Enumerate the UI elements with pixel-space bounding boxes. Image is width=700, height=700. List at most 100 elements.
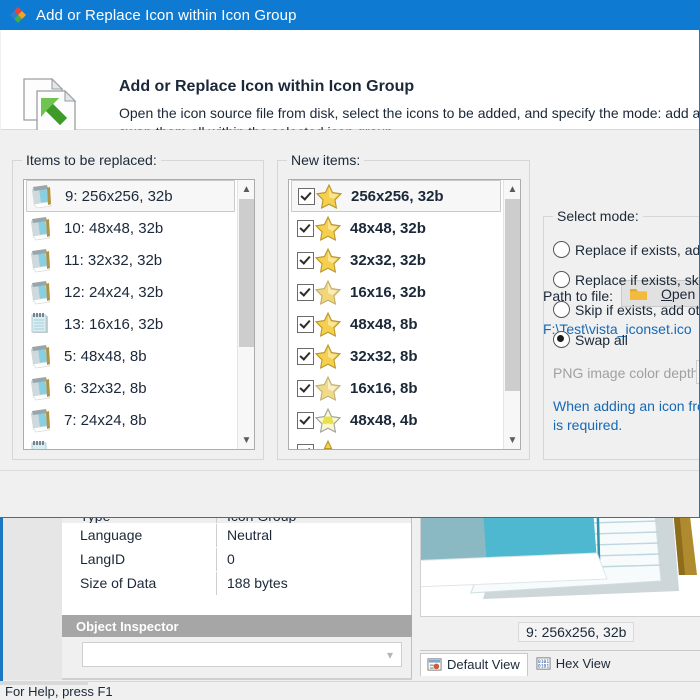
dialog-titlebar[interactable]: Add or Replace Icon within Icon Group — [0, 0, 699, 30]
list-item[interactable]: 12: 24x24, 32b — [24, 276, 237, 308]
list-item[interactable]: 48x48, 32b — [289, 212, 503, 244]
list-item[interactable]: 16x16, 32b — [289, 276, 503, 308]
item-checkbox[interactable] — [297, 219, 314, 237]
item-checkbox[interactable] — [297, 411, 314, 429]
radio-indicator[interactable] — [553, 331, 570, 348]
property-name: LangID — [62, 548, 217, 571]
scrollbar-thumb[interactable] — [239, 199, 254, 347]
radio-label: Skip if exists, add other — [575, 301, 700, 318]
mode-hint-text: When adding an icon from depth is requir… — [553, 398, 699, 433]
notepad-icon — [31, 409, 51, 433]
list-item[interactable]: 9: 256x256, 32b — [26, 180, 235, 212]
item-checkbox[interactable] — [298, 187, 315, 205]
property-name: Size of Data — [62, 572, 217, 595]
list-item[interactable]: 6: 32x32, 8b — [24, 372, 237, 404]
property-row[interactable]: Language Neutral — [62, 524, 411, 548]
app-diamond-icon — [10, 7, 26, 23]
svg-text:0101: 0101 — [538, 664, 549, 670]
list-item-label: 5: 48x48, 8b — [64, 347, 147, 365]
new-items-group-legend: New items: — [287, 152, 365, 168]
chevron-up-icon[interactable]: ▲ — [504, 180, 520, 198]
list-item-label: 6: 32x32, 8b — [64, 379, 147, 397]
copy-document-icon — [23, 77, 77, 133]
star-icon — [314, 407, 342, 433]
list-item[interactable]: 48x48, 4b — [289, 404, 503, 436]
list-item-partial[interactable] — [24, 436, 237, 449]
list-content: 9: 256x256, 32b 10: 48x48, 32b 11: 32x32… — [24, 180, 237, 449]
radio-replace-skip-other[interactable]: Replace if exists, skip o — [553, 271, 699, 288]
default-view-icon — [427, 658, 442, 671]
list-item-label: 16x16, 8b — [350, 379, 418, 397]
list-item[interactable]: 5: 48x48, 8b — [24, 340, 237, 372]
chevron-down-icon[interactable]: ▼ — [504, 431, 520, 449]
list-item[interactable]: 32x32, 8b — [289, 340, 503, 372]
icon-preview — [420, 512, 700, 617]
items-group-legend: Items to be replaced: — [22, 152, 161, 168]
property-value: 0 — [227, 551, 235, 567]
new-items-list[interactable]: 256x256, 32b 48x48, 32b 32x32, 32b 16x16… — [288, 179, 521, 450]
tab-label: Hex View — [555, 656, 611, 671]
property-row[interactable]: LangID 0 — [62, 548, 411, 572]
new-items-group: New items: 256x256, 32b 48x48, 32b 32x32… — [277, 152, 530, 460]
object-inspector-title: Object Inspector — [76, 618, 179, 634]
property-row[interactable]: Size of Data 188 bytes — [62, 572, 411, 596]
radio-skip-add-other[interactable]: Skip if exists, add other — [553, 301, 700, 318]
items-to-be-replaced-list[interactable]: 9: 256x256, 32b 10: 48x48, 32b 11: 32x32… — [23, 179, 255, 450]
list-item-label: 48x48, 8b — [350, 315, 418, 333]
add-or-replace-icon-dialog: Add or Replace Icon within Icon Group Ad… — [0, 0, 700, 518]
star-icon — [314, 375, 342, 401]
object-inspector-combo[interactable]: ▾ — [82, 642, 402, 667]
item-checkbox[interactable] — [297, 347, 314, 365]
star-icon — [315, 183, 343, 209]
list-item[interactable]: 256x256, 32b — [291, 180, 501, 212]
select-mode-group: Select mode: Replace if exists, add o Re… — [543, 208, 700, 460]
item-checkbox[interactable] — [297, 315, 314, 333]
list-item-label: 12: 24x24, 32b — [64, 283, 164, 301]
new-items-list-scrollbar[interactable]: ▲ ▼ — [503, 180, 520, 449]
radio-replace-add-other[interactable]: Replace if exists, add o — [553, 241, 700, 258]
scrollbar-thumb[interactable] — [505, 199, 520, 391]
radio-indicator[interactable] — [553, 241, 570, 258]
preview-caption: 9: 256x256, 32b — [518, 622, 635, 642]
notepad-icon — [31, 345, 51, 369]
list-item[interactable]: 13: 16x16, 32b — [24, 308, 237, 340]
dialog-header: Add or Replace Icon within Icon Group Op… — [1, 30, 699, 140]
item-checkbox[interactable] — [297, 251, 314, 269]
tab-hex-view[interactable]: 0101 0101 Hex View — [529, 653, 618, 675]
property-value: Neutral — [227, 527, 273, 543]
object-inspector-header: Object Inspector — [62, 615, 412, 637]
header-title: Add or Replace Icon within Icon Group — [119, 78, 415, 95]
radio-label: Replace if exists, skip o — [575, 271, 699, 288]
item-checkbox[interactable] — [297, 379, 314, 397]
property-name: Language — [62, 524, 217, 547]
chevron-up-icon[interactable]: ▲ — [238, 180, 254, 198]
list-item-label: 7: 24x24, 8b — [64, 411, 147, 429]
items-list-scrollbar[interactable]: ▲ ▼ — [237, 180, 254, 449]
background-tree-gutter — [0, 510, 62, 680]
list-item[interactable]: 10: 48x48, 32b — [24, 212, 237, 244]
chevron-down-icon[interactable]: ▼ — [238, 431, 254, 449]
list-item[interactable]: 16x16, 8b — [289, 372, 503, 404]
status-bar-text: For Help, press F1 — [5, 683, 113, 699]
items-to-be-replaced-group: Items to be replaced: 9: 256x256, 32b 10… — [12, 152, 264, 460]
list-item[interactable]: 32x32, 32b — [289, 244, 503, 276]
status-bar-segment — [0, 681, 88, 685]
radio-swap-all[interactable]: Swap all — [553, 331, 628, 348]
list-content: 256x256, 32b 48x48, 32b 32x32, 32b 16x16… — [289, 180, 503, 449]
tab-default-view[interactable]: Default View — [420, 653, 528, 676]
png-depth-combo[interactable] — [696, 360, 699, 384]
chevron-down-icon: ▾ — [386, 647, 393, 662]
list-item-label: 32x32, 8b — [350, 347, 418, 365]
notepad-icon — [31, 217, 51, 241]
radio-indicator[interactable] — [553, 301, 570, 318]
list-item[interactable]: 11: 32x32, 32b — [24, 244, 237, 276]
item-checkbox[interactable] — [297, 283, 314, 301]
dialog-body: Items to be replaced: 9: 256x256, 32b 10… — [0, 130, 700, 470]
item-checkbox[interactable] — [297, 443, 314, 449]
list-item[interactable]: 48x48, 8b — [289, 308, 503, 340]
radio-label: Replace if exists, add o — [575, 241, 700, 258]
list-item[interactable]: 7: 24x24, 8b — [24, 404, 237, 436]
list-item-partial[interactable] — [289, 436, 503, 449]
radio-label: Swap all — [575, 331, 628, 348]
radio-indicator[interactable] — [553, 271, 570, 288]
